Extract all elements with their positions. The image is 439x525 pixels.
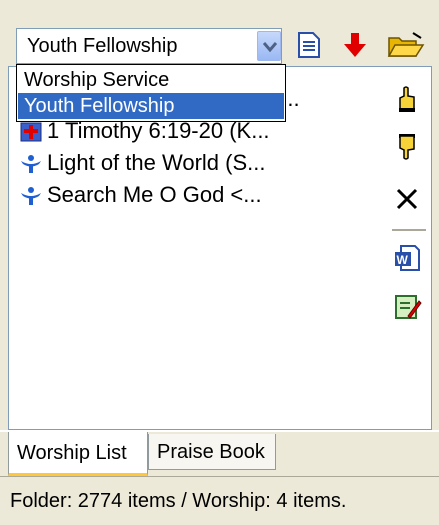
list-item-text: Light of the World (S...: [47, 150, 266, 175]
dropdown-option-selected[interactable]: Youth Fellowship: [18, 93, 284, 119]
move-down-icon[interactable]: [340, 30, 370, 60]
move-up-icon[interactable]: [392, 84, 422, 114]
song-icon: [19, 153, 43, 175]
chevron-down-icon[interactable]: [257, 31, 281, 61]
tab-worship-list[interactable]: Worship List: [8, 432, 148, 476]
dropdown-option[interactable]: Worship Service: [18, 67, 284, 93]
combo-value: Youth Fellowship: [27, 35, 178, 57]
page-icon[interactable]: [294, 30, 324, 60]
list-item[interactable]: Light of the World (S...: [19, 148, 319, 178]
delete-icon[interactable]: [392, 184, 422, 214]
svg-text:W: W: [397, 253, 409, 267]
tab-praise-book[interactable]: Praise Book: [148, 434, 276, 470]
word-export-icon[interactable]: W: [392, 244, 422, 274]
toolbar-separator: [392, 229, 426, 231]
open-folder-icon[interactable]: [386, 30, 426, 60]
edit-notes-icon[interactable]: [392, 292, 422, 322]
list-item[interactable]: Search Me O God <...: [19, 180, 319, 210]
move-down-hand-icon[interactable]: [392, 132, 422, 162]
status-bar: Folder: 2774 items / Worship: 4 items.: [0, 476, 439, 524]
song-icon: [19, 185, 43, 207]
folder-dropdown[interactable]: Worship Service Youth Fellowship: [16, 64, 286, 122]
folder-combo[interactable]: Youth Fellowship: [16, 28, 282, 64]
bible-icon: [19, 121, 43, 143]
list-item-text: Search Me O God <...: [47, 182, 262, 207]
